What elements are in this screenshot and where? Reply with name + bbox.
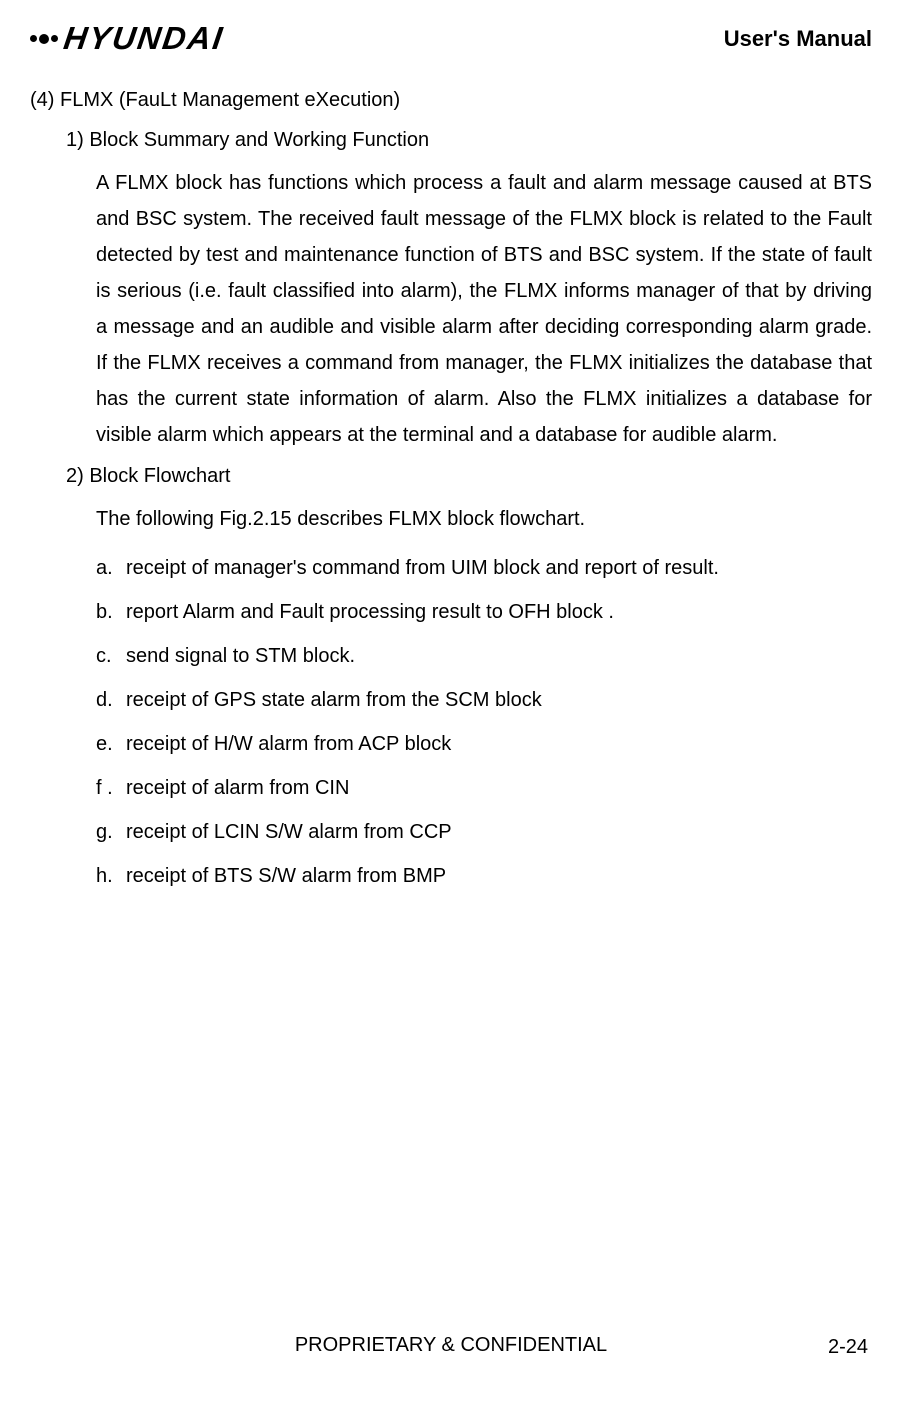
list-item: c.send signal to STM block. [96, 639, 872, 673]
list-marker: c. [96, 639, 126, 673]
list-item: f .receipt of alarm from CIN [96, 771, 872, 805]
list-item: e.receipt of H/W alarm from ACP block [96, 727, 872, 761]
list-item: d.receipt of GPS state alarm from the SC… [96, 683, 872, 717]
list-text: report Alarm and Fault processing result… [126, 595, 872, 629]
logo-dots-icon [30, 34, 58, 44]
subsection-2-title: 2) Block Flowchart [66, 463, 872, 489]
logo-text: HYUNDAI [61, 20, 226, 57]
flowchart-list: a.receipt of manager's command from UIM … [96, 551, 872, 893]
brand-logo: HYUNDAI [30, 20, 224, 57]
list-marker: e. [96, 727, 126, 761]
list-item: g.receipt of LCIN S/W alarm from CCP [96, 815, 872, 849]
footer-confidential: PROPRIETARY & CONFIDENTIAL [0, 1334, 902, 1357]
list-text: receipt of BTS S/W alarm from BMP [126, 859, 872, 893]
subsection-1-title: 1) Block Summary and Working Function [66, 127, 872, 153]
list-marker: a. [96, 551, 126, 585]
list-marker: d. [96, 683, 126, 717]
page-header: HYUNDAI User's Manual [30, 20, 872, 57]
list-item: b.report Alarm and Fault processing resu… [96, 595, 872, 629]
list-text: receipt of GPS state alarm from the SCM … [126, 683, 872, 717]
page-content: (4) FLMX (FauLt Management eXecution) 1)… [30, 87, 872, 893]
list-marker: b. [96, 595, 126, 629]
section-title: (4) FLMX (FauLt Management eXecution) [30, 87, 872, 113]
subsection-2-intro: The following Fig.2.15 describes FLMX bl… [96, 501, 872, 537]
list-item: a.receipt of manager's command from UIM … [96, 551, 872, 585]
list-marker: g. [96, 815, 126, 849]
list-text: receipt of manager's command from UIM bl… [126, 551, 872, 585]
list-text: receipt of H/W alarm from ACP block [126, 727, 872, 761]
list-marker: f . [96, 771, 126, 805]
subsection-1-paragraph: A FLMX block has functions which process… [96, 165, 872, 453]
manual-title: User's Manual [724, 26, 872, 52]
page-number: 2-24 [828, 1336, 868, 1359]
list-text: receipt of alarm from CIN [126, 771, 872, 805]
list-text: receipt of LCIN S/W alarm from CCP [126, 815, 872, 849]
list-item: h.receipt of BTS S/W alarm from BMP [96, 859, 872, 893]
list-marker: h. [96, 859, 126, 893]
list-text: send signal to STM block. [126, 639, 872, 673]
